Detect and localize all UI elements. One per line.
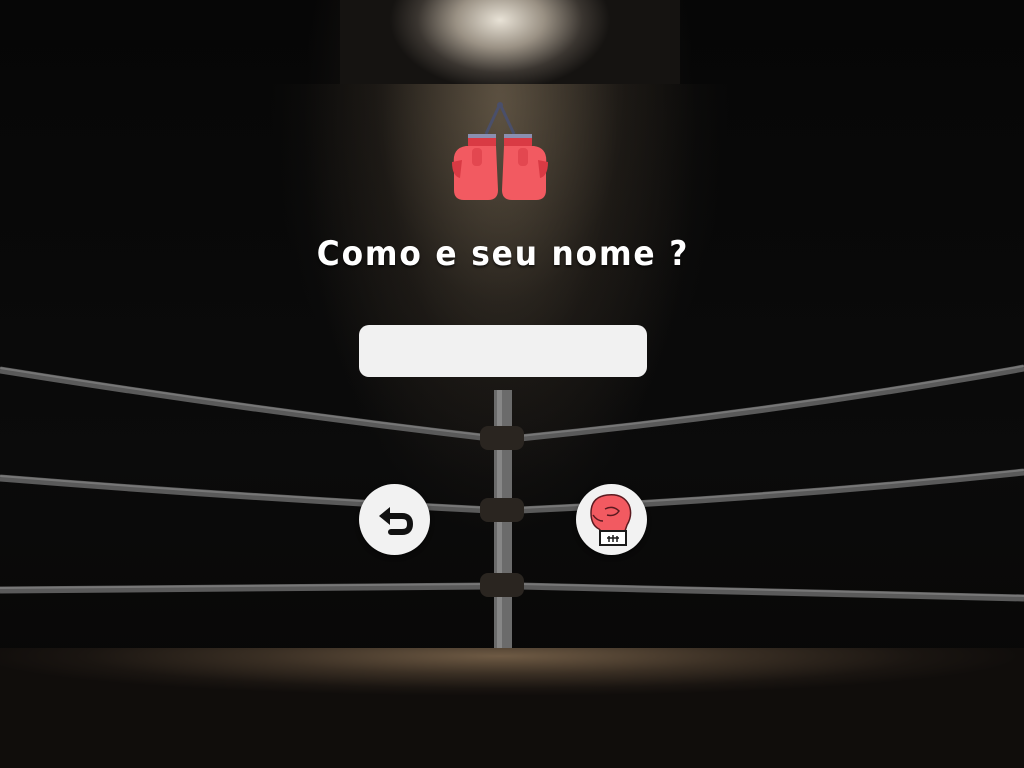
boxing-glove-icon (589, 493, 631, 546)
turnbuckle-top (480, 426, 524, 450)
name-prompt-title: Como e seu nome ? (316, 234, 690, 274)
confirm-fight-button[interactable] (576, 484, 647, 555)
undo-arrow-icon (378, 506, 413, 535)
boxing-ring-background: Como e seu nome ? (0, 0, 1024, 768)
player-name-input[interactable] (359, 325, 647, 377)
rope-bottom-right (519, 582, 1024, 602)
back-button[interactable] (359, 484, 430, 555)
turnbuckle-bottom (480, 573, 524, 597)
turnbuckle-middle (480, 498, 524, 522)
hanging-boxing-gloves-icon (452, 102, 548, 200)
